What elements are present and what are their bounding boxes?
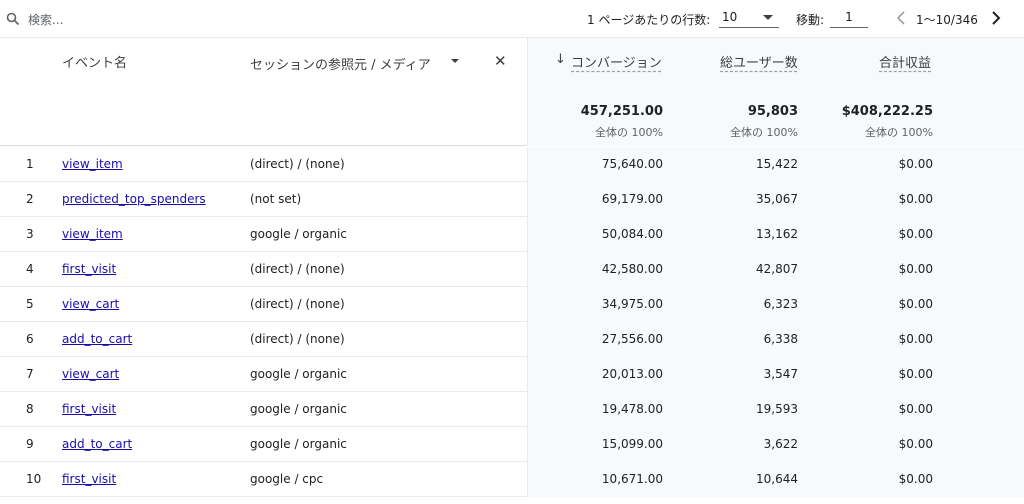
- revenue-cell: $0.00: [898, 332, 933, 346]
- source-medium-cell: (direct) / (none): [250, 157, 345, 171]
- source-medium-cell: (not set): [250, 192, 302, 206]
- row-index: 10: [26, 472, 42, 486]
- table-row: 2 predicted_top_spenders (not set) 69,179.0…: [0, 182, 1024, 217]
- table-row: 6 add_to_cart (direct) / (none) 27,556.00 6,…: [0, 322, 1024, 357]
- users-cell: 15,422: [756, 157, 798, 171]
- source-medium-cell: (direct) / (none): [250, 332, 345, 346]
- source-medium-cell: google / organic: [250, 437, 347, 451]
- column-header-conversions[interactable]: コンバージョン: [571, 52, 662, 71]
- row-index: 3: [26, 227, 34, 241]
- total-revenue: $408,222.25: [841, 104, 933, 119]
- conversions-cell: 19,478.00: [601, 402, 663, 416]
- close-icon[interactable]: ✕: [494, 52, 507, 70]
- table-header: イベント名 セッションの参照元 / メディア ✕ ↓ コンバージョン 総ユーザー…: [0, 38, 1024, 146]
- conversions-cell: 27,556.00: [601, 332, 663, 346]
- table-row: 1 view_item (direct) / (none) 75,640.00 15,4…: [0, 147, 1024, 182]
- row-index: 8: [26, 402, 34, 416]
- source-medium-cell: google / organic: [250, 402, 347, 416]
- revenue-cell: $0.00: [898, 227, 933, 241]
- row-index: 9: [26, 437, 34, 451]
- users-cell: 10,644: [756, 472, 798, 486]
- source-medium-cell: google / organic: [250, 367, 347, 381]
- event-name-link[interactable]: add_to_cart: [62, 437, 132, 451]
- goto-label: 移動:: [796, 13, 825, 27]
- sort-down-icon[interactable]: ↓: [555, 52, 566, 67]
- next-page-icon[interactable]: [988, 9, 1004, 27]
- row-index: 7: [26, 367, 34, 381]
- source-medium-cell: google / organic: [250, 227, 347, 241]
- row-index: 4: [26, 262, 34, 276]
- conversions-cell: 34,975.00: [601, 297, 663, 311]
- dropdown-caret-icon: [763, 15, 773, 20]
- event-name-link[interactable]: predicted_top_spenders: [62, 192, 206, 206]
- conversions-cell: 15,099.00: [601, 437, 663, 451]
- revenue-cell: $0.00: [898, 402, 933, 416]
- column-header-total-revenue[interactable]: 合計収益: [879, 52, 931, 71]
- event-name-link[interactable]: view_cart: [62, 297, 119, 311]
- dimension-caret-icon[interactable]: [451, 59, 459, 63]
- total-conversions-share: 全体の 100%: [595, 126, 663, 139]
- users-cell: 6,323: [763, 297, 798, 311]
- users-cell: 13,162: [756, 227, 798, 241]
- event-name-link[interactable]: view_item: [62, 157, 123, 171]
- revenue-cell: $0.00: [898, 157, 933, 171]
- conversions-cell: 69,179.00: [601, 192, 663, 206]
- users-cell: 42,807: [756, 262, 798, 276]
- revenue-cell: $0.00: [898, 192, 933, 206]
- prev-page-icon[interactable]: [893, 9, 909, 27]
- search-input[interactable]: 検索...: [28, 11, 63, 28]
- total-users: 95,803: [747, 104, 798, 119]
- table-row: 3 view_item google / organic 50,084.00 13,16…: [0, 217, 1024, 252]
- dimension-selector[interactable]: セッションの参照元 / メディア: [250, 54, 431, 73]
- total-users-share: 全体の 100%: [730, 126, 798, 139]
- table-toolbar: 検索... 1 ページあたりの行数: 10 移動: 1 1〜10/346: [0, 0, 1024, 38]
- table-row: 5 view_cart (direct) / (none) 34,975.00 6,32…: [0, 287, 1024, 322]
- revenue-cell: $0.00: [898, 297, 933, 311]
- column-header-total-users[interactable]: 総ユーザー数: [720, 52, 798, 71]
- table-row: 7 view_cart google / organic 20,013.00 3,547…: [0, 357, 1024, 392]
- table-row: 10 first_visit google / cpc 10,671.00 10,644…: [0, 462, 1024, 497]
- conversions-cell: 42,580.00: [601, 262, 663, 276]
- conversions-cell: 10,671.00: [601, 472, 663, 486]
- row-index: 1: [26, 157, 34, 171]
- users-cell: 3,547: [763, 367, 798, 381]
- conversions-cell: 75,640.00: [601, 157, 663, 171]
- total-revenue-share: 全体の 100%: [865, 126, 933, 139]
- conversions-cell: 50,084.00: [601, 227, 663, 241]
- rows-per-page-label: 1 ページあたりの行数:: [587, 13, 711, 27]
- event-name-link[interactable]: view_cart: [62, 367, 119, 381]
- event-name-link[interactable]: view_item: [62, 227, 123, 241]
- users-cell: 6,338: [763, 332, 798, 346]
- rows-per-page-select[interactable]: 10: [719, 6, 779, 28]
- users-cell: 35,067: [756, 192, 798, 206]
- event-name-link[interactable]: first_visit: [62, 262, 116, 276]
- goto-page-input[interactable]: 1: [830, 6, 868, 28]
- revenue-cell: $0.00: [898, 367, 933, 381]
- row-index: 6: [26, 332, 34, 346]
- page-range: 1〜10/346: [916, 13, 978, 27]
- event-name-link[interactable]: first_visit: [62, 472, 116, 486]
- source-medium-cell: google / cpc: [250, 472, 324, 486]
- event-name-link[interactable]: add_to_cart: [62, 332, 132, 346]
- table-row: 9 add_to_cart google / organic 15,099.00 3,6…: [0, 427, 1024, 462]
- row-index: 5: [26, 297, 34, 311]
- revenue-cell: $0.00: [898, 437, 933, 451]
- revenue-cell: $0.00: [898, 472, 933, 486]
- search-icon[interactable]: [6, 12, 20, 26]
- users-cell: 3,622: [763, 437, 798, 451]
- users-cell: 19,593: [756, 402, 798, 416]
- total-conversions: 457,251.00: [580, 104, 663, 119]
- column-header-event-name: イベント名: [62, 56, 128, 71]
- event-name-link[interactable]: first_visit: [62, 402, 116, 416]
- source-medium-cell: (direct) / (none): [250, 262, 345, 276]
- conversions-cell: 20,013.00: [601, 367, 663, 381]
- rows-per-page-value: 10: [722, 10, 738, 24]
- row-index: 2: [26, 192, 34, 206]
- table-row: 8 first_visit google / organic 19,478.00 19,…: [0, 392, 1024, 427]
- revenue-cell: $0.00: [898, 262, 933, 276]
- table-row: 4 first_visit (direct) / (none) 42,580.00 42…: [0, 252, 1024, 287]
- source-medium-cell: (direct) / (none): [250, 297, 345, 311]
